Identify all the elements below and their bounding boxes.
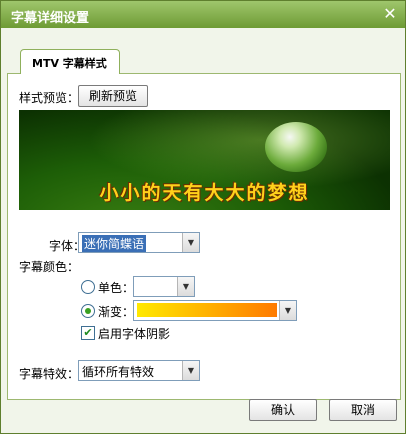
preview-image: 小小的天有大大的梦想: [19, 110, 390, 210]
gradient-swatch: [137, 303, 277, 317]
effect-value: 循环所有特效: [82, 365, 155, 379]
style-preview-label: 样式预览：: [19, 91, 80, 105]
font-value: 迷你简蝶语: [82, 235, 147, 252]
gradient-color-select[interactable]: ▼: [133, 300, 297, 321]
dialog-window: 字幕详细设置 ✕ MTV 字幕样式 样式预览： 刷新预览 小小的天有大大的梦想 …: [0, 0, 406, 434]
radio-selected-dot: [85, 308, 91, 314]
font-shadow-label: 启用字体阴影: [98, 327, 171, 341]
chevron-down-icon[interactable]: ▼: [177, 277, 194, 296]
title-bar[interactable]: 字幕详细设置 ✕: [1, 1, 405, 28]
preview-subtitle-text: 小小的天有大大的梦想: [99, 182, 310, 204]
water-drop: [265, 122, 327, 172]
font-select[interactable]: 迷你简蝶语 ▼: [78, 232, 200, 253]
chevron-down-icon[interactable]: ▼: [279, 301, 296, 320]
gradient-color-radio[interactable]: [81, 304, 95, 318]
close-icon[interactable]: ✕: [381, 5, 399, 23]
tab-mtv-subtitle-style[interactable]: MTV 字幕样式: [20, 49, 120, 74]
single-color-label: 单色：: [98, 281, 135, 295]
tab-label: MTV 字幕样式: [32, 57, 107, 70]
chevron-down-icon[interactable]: ▼: [182, 233, 199, 252]
dialog-title: 字幕详细设置: [11, 11, 90, 26]
cancel-button[interactable]: 取消: [329, 399, 397, 421]
subtitle-color-label: 字幕颜色：: [19, 260, 80, 274]
refresh-preview-button[interactable]: 刷新预览: [78, 85, 148, 107]
font-shadow-checkbox[interactable]: ✔: [81, 326, 95, 340]
single-color-select[interactable]: ▼: [133, 276, 195, 297]
single-color-radio[interactable]: [81, 280, 95, 294]
ok-button[interactable]: 确认: [249, 399, 317, 421]
gradient-color-label: 渐变：: [98, 305, 135, 319]
effect-select[interactable]: 循环所有特效 ▼: [78, 360, 200, 381]
chevron-down-icon[interactable]: ▼: [182, 361, 199, 380]
subtitle-effect-label: 字幕特效：: [19, 367, 80, 381]
